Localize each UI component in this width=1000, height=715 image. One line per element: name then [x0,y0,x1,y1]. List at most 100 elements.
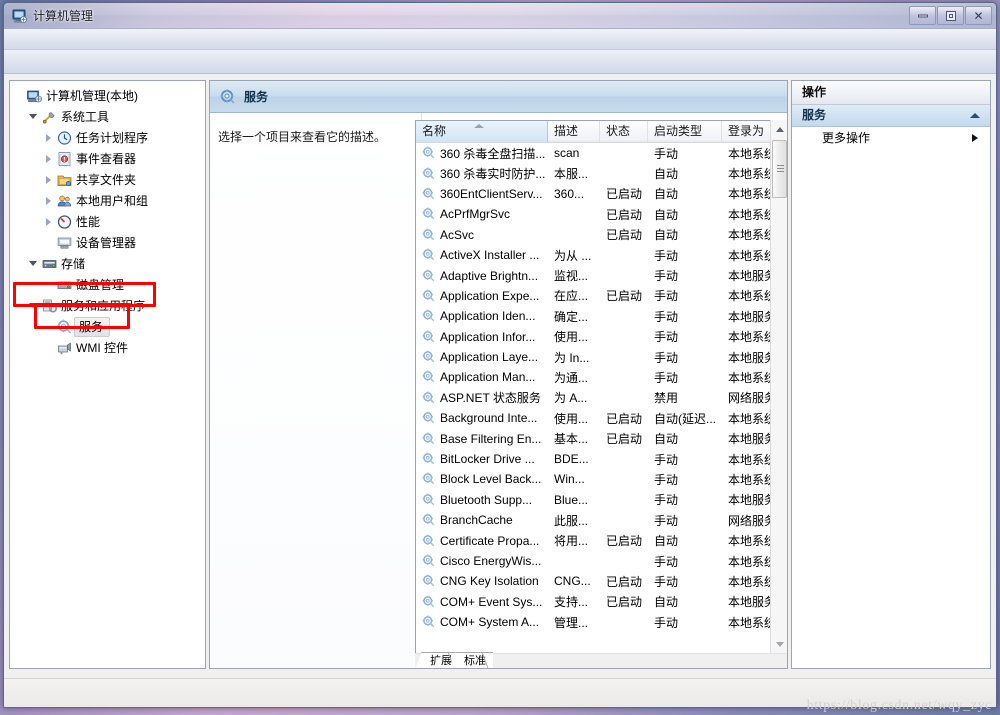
table-row[interactable]: Base Filtering En... 基本... 已启动 自动 本地服务 [416,428,787,448]
table-row[interactable]: AcPrfMgrSvc 已启动 自动 本地系统 [416,204,787,224]
service-gear-icon [422,391,435,404]
table-row[interactable]: Cisco EnergyWis... 手动 本地系统 [416,551,787,571]
cell-service-description: 支持... [548,593,600,610]
tree-node-6[interactable]: 设备管理器 [10,232,205,253]
collapse-twisty-icon[interactable] [28,295,41,316]
tree-node-label: 本地用户和组 [76,193,149,208]
service-startup-type-text: 自动 [654,167,679,182]
table-row[interactable]: AcSvc 已启动 自动 本地系统 [416,225,787,245]
scroll-up-icon[interactable] [771,120,787,137]
cell-service-description: 确定... [548,308,600,325]
expand-twisty-icon[interactable] [43,127,56,148]
service-name-text: COM+ Event Sys... [440,594,543,609]
service-name-text: Application Laye... [440,350,539,365]
table-row[interactable]: COM+ Event Sys... 支持... 已启动 自动 本地服务 [416,592,787,612]
menu-bar[interactable] [4,29,996,50]
table-row[interactable]: 360 杀毒全盘扫描... scan 手动 本地系统 [416,143,787,163]
cell-service-name: Application Infor... [416,330,548,344]
tab-standard[interactable]: 标准 [449,652,497,668]
wmi-icon [58,341,71,354]
tree-node-3[interactable]: 共享文件夹 [10,169,205,190]
tool-bar[interactable] [4,50,996,74]
table-row[interactable]: COM+ System A... 管理... 手动 本地系统 [416,612,787,632]
expand-twisty-icon[interactable] [43,148,56,169]
table-row[interactable]: Block Level Back... Win... 手动 本地系统 [416,469,787,489]
expand-twisty-icon[interactable] [43,211,56,232]
service-description-text: 此服... [554,513,589,528]
column-header-2[interactable]: 状态 [600,121,648,142]
tree-node-0[interactable]: 系统工具 [10,106,205,127]
table-row[interactable]: 360EntClientServ... 360... 已启动 自动 本地系统 [416,184,787,204]
chevron-up-icon[interactable] [970,113,980,118]
table-row[interactable]: Bluetooth Supp... Blue... 手动 本地服务 [416,490,787,510]
service-logon-as-text: 本地服务 [728,269,777,284]
tree-node-9[interactable]: 服务和应用程序 [10,295,205,316]
table-row[interactable]: Application Iden... 确定... 手动 本地服务 [416,306,787,326]
service-name-text: Bluetooth Supp... [440,492,533,507]
twisty-placeholder [43,232,56,253]
expand-twisty-icon[interactable] [43,169,56,190]
cell-service-status: 已启动 [600,430,648,447]
service-gear-icon [422,554,435,567]
column-header-0[interactable]: 名称 [416,121,548,142]
service-gear-icon [422,330,435,342]
cell-service-name: Block Level Back... [416,472,548,486]
action-more-actions-label: 更多操作 [822,131,871,145]
action-more-actions[interactable]: 更多操作 [792,127,990,149]
tree-node-10[interactable]: 服务 [10,316,205,337]
service-name-text: AcSvc [440,227,475,242]
service-description-text: 为通... [554,370,589,385]
list-column-headers[interactable]: 名称 描述 状态 启动类型 登录为 [416,121,787,143]
tree-node-label: 事件查看器 [76,151,137,166]
minimize-button[interactable] [909,6,936,25]
tree-node-4[interactable]: 本地用户和组 [10,190,205,211]
table-row[interactable]: Application Man... 为通... 手动 本地系统 [416,367,787,387]
cell-service-startup-type: 手动 [648,451,722,468]
services-rows[interactable]: 360 杀毒全盘扫描... scan 手动 本地系统 360 杀毒实时防护... 本服..… [416,143,787,632]
tree-node-8[interactable]: 磁盘管理 [10,274,205,295]
table-row[interactable]: ASP.NET 状态服务为 A... 禁用 网络服务 [416,388,787,408]
tree-node-7[interactable]: 存储 [10,253,205,274]
restore-button[interactable] [937,6,964,25]
collapse-twisty-icon[interactable] [28,253,41,274]
table-row[interactable]: ActiveX Installer ... 为从 ... 手动 本地系统 [416,245,787,265]
table-row[interactable]: Application Expe... 在应... 已启动 手动 本地系统 [416,286,787,306]
table-row[interactable]: Background Inte... 使用... 已启动 自动(延迟... 本地系统 [416,408,787,428]
tree-node-11[interactable]: WMI 控件 [10,337,205,358]
services-list-view[interactable]: 名称 描述 状态 启动类型 登录为 360 杀毒全盘扫描... scan 手动 本地系统 360… [415,120,787,653]
cell-service-status: 已启动 [600,532,648,549]
expand-twisty-icon[interactable] [43,190,56,211]
tree-node-1[interactable]: 任务计划程序 [10,127,205,148]
table-row[interactable]: Application Laye... 为 In... 手动 本地服务 [416,347,787,367]
service-startup-type-text: 自动(延迟... [654,411,716,426]
tree-node-2[interactable]: 事件查看器 [10,148,205,169]
collapse-twisty-icon[interactable] [28,106,41,127]
list-vertical-scrollbar[interactable] [770,120,787,653]
services-pane: 服务 选择一个项目来查看它的描述。 名称 描述 状态 启动类型 登录为 360 杀毒全盘… [209,80,788,669]
table-row[interactable]: CNG Key Isolation CNG... 已启动 手动 本地系统 [416,571,787,591]
twisty-placeholder [43,337,56,358]
table-row[interactable]: BranchCache 此服... 手动 网络服务 [416,510,787,530]
cell-service-description: BDE... [548,452,600,466]
column-header-3[interactable]: 启动类型 [648,121,722,142]
cell-service-name: AcSvc [416,228,548,242]
table-row[interactable]: Certificate Propa... 将用... 已启动 自动 本地系统 [416,530,787,550]
service-description-text: 监视... [554,269,589,284]
storage-icon [42,259,57,268]
actions-group-services[interactable]: 服务 [792,105,990,127]
close-button[interactable]: ✕ [965,6,992,25]
tree-node-5[interactable]: 性能 [10,211,205,232]
tree-root-node[interactable]: 计算机管理(本地) [10,85,205,106]
tree-node-label: 性能 [76,214,101,229]
cell-service-startup-type: 手动 [648,145,722,162]
service-startup-type-text: 手动 [654,350,679,365]
scrollbar-thumb[interactable] [772,140,787,198]
table-row[interactable]: 360 杀毒实时防护... 本服... 自动 本地系统 [416,163,787,183]
table-row[interactable]: BitLocker Drive ... BDE... 手动 本地系统 [416,449,787,469]
view-tabs[interactable]: 扩展 标准 [415,651,787,668]
table-row[interactable]: Adaptive Brightn... 监视... 手动 本地服务 [416,265,787,285]
console-tree[interactable]: 计算机管理(本地) 系统工具 任务计划程序事件查看器共享文件夹本地用户和组 性能设备管… [10,81,205,358]
service-status-text: 已启动 [606,534,643,549]
table-row[interactable]: Application Infor... 使用... 手动 本地系统 [416,327,787,347]
column-header-1[interactable]: 描述 [548,121,600,142]
